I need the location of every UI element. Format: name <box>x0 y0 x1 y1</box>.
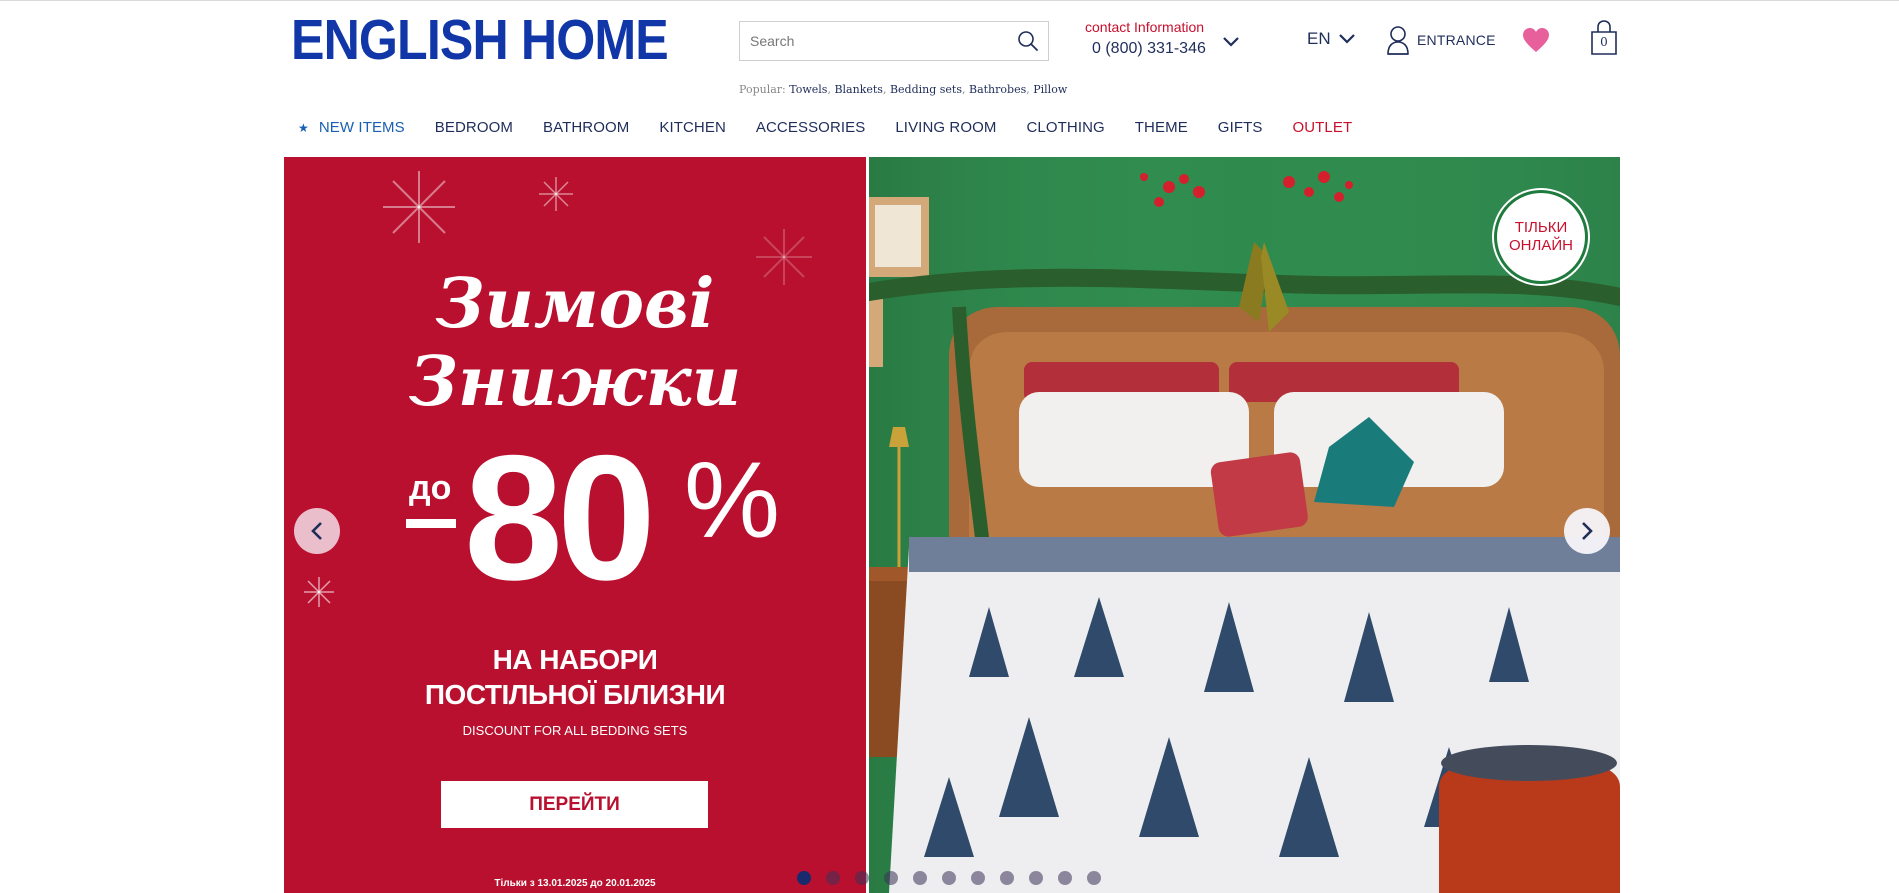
promo-cta-button[interactable]: ПЕРЕЙТИ <box>441 781 708 828</box>
promo-headline-line-1: Зимові <box>435 264 715 344</box>
language-selector[interactable]: EN <box>1307 29 1357 49</box>
popular-link-towels[interactable]: Towels <box>789 83 827 96</box>
promo-dates: Тільки з 13.01.2025 до 20.01.2025 <box>494 878 656 889</box>
chevron-left-icon <box>311 522 322 540</box>
carousel-dot[interactable] <box>942 871 956 885</box>
carousel-next-button[interactable] <box>1564 508 1610 554</box>
nav-accessories[interactable]: ACCESSORIES <box>756 119 865 136</box>
contact-info[interactable]: contact Information 0 (800) 331-346 <box>1085 19 1245 58</box>
carousel-dot[interactable] <box>913 871 927 885</box>
language-label: EN <box>1307 29 1331 48</box>
promo-discount-number: 80 <box>464 418 656 617</box>
promo-subline-2: ПОСТІЛЬНОЇ БІЛИЗНИ <box>424 679 726 710</box>
carousel-dot[interactable] <box>884 871 898 885</box>
search-input[interactable] <box>740 22 1010 60</box>
promo-small-text: DISCOUNT FOR ALL BEDDING SETS <box>462 723 688 738</box>
entrance-label: ENTRANCE <box>1417 32 1496 48</box>
wishlist-heart-icon[interactable] <box>1522 27 1550 53</box>
chevron-down-icon[interactable] <box>1220 34 1242 50</box>
popular-link-blankets[interactable]: Blankets <box>834 83 883 96</box>
promo-subline-1: НА НАБОРИ <box>492 644 658 675</box>
carousel-dot[interactable] <box>1000 871 1014 885</box>
nav-bedroom[interactable]: BEDROOM <box>435 119 513 136</box>
carousel-dot[interactable] <box>797 871 811 885</box>
login-button[interactable]: ENTRANCE <box>1385 24 1496 56</box>
nav-gifts[interactable]: GIFTS <box>1218 119 1263 136</box>
promo-panel[interactable]: Зимові Знижки до 80 % НА НАБОРИ ПОСТІЛЬН… <box>284 157 866 893</box>
cart-count: 0 <box>1600 35 1608 49</box>
carousel-dot[interactable] <box>826 871 840 885</box>
promo-percent-sign: % <box>684 439 781 560</box>
top-border <box>0 0 1899 1</box>
logo[interactable]: ENGLISH HOME <box>291 12 669 69</box>
carousel-dot[interactable] <box>1058 871 1072 885</box>
popular-searches: Popular: Towels, Blankets, Bedding sets,… <box>739 83 1068 96</box>
minus-sign <box>406 519 456 528</box>
sparkle-icon <box>539 177 573 211</box>
badge-line-1: ТІЛЬКИ <box>1514 219 1568 236</box>
promo-prefix: до <box>409 469 452 507</box>
snowflake-icon <box>383 171 455 243</box>
carousel-dot[interactable] <box>1029 871 1043 885</box>
nav-clothing[interactable]: CLOTHING <box>1026 119 1104 136</box>
promo-headline-line-2: Знижки <box>408 342 742 422</box>
search-icon[interactable] <box>1016 29 1040 53</box>
cart-button[interactable]: 0 <box>1589 20 1619 56</box>
carousel-dot[interactable] <box>971 871 985 885</box>
user-icon <box>1387 26 1409 55</box>
nav-kitchen[interactable]: KITCHEN <box>659 119 726 136</box>
nav-bathroom[interactable]: BATHROOM <box>543 119 629 136</box>
nav-outlet[interactable]: OUTLET <box>1292 119 1352 136</box>
popular-label: Popular: <box>739 83 786 96</box>
sparkle-icon <box>304 577 334 607</box>
main-nav: ★ NEW ITEMS BEDROOM BATHROOM KITCHEN ACC… <box>298 119 1382 136</box>
contact-label: contact Information <box>1085 19 1205 35</box>
popular-link-bathrobes[interactable]: Bathrobes <box>969 83 1026 96</box>
popular-link-pillow[interactable]: Pillow <box>1033 83 1067 96</box>
chevron-down-icon <box>1338 34 1355 44</box>
nav-new-items-label: NEW ITEMS <box>318 119 405 136</box>
carousel-dots <box>797 871 1116 885</box>
badge-line-2: ОНЛАЙН <box>1509 237 1573 254</box>
popular-link-bedding-sets[interactable]: Bedding sets <box>890 83 962 96</box>
nav-new-items[interactable]: ★ NEW ITEMS <box>298 119 405 136</box>
nav-living-room[interactable]: LIVING ROOM <box>895 119 996 136</box>
online-only-badge: ТІЛЬКИ ОНЛАЙН <box>1494 190 1588 284</box>
hero-banner[interactable]: Зимові Знижки до 80 % НА НАБОРИ ПОСТІЛЬН… <box>284 157 1620 893</box>
carousel-dot[interactable] <box>1087 871 1101 885</box>
carousel-prev-button[interactable] <box>294 508 340 554</box>
chevron-right-icon <box>1582 522 1593 540</box>
promo-headline: Зимові Знижки <box>284 265 866 421</box>
star-icon: ★ <box>298 120 309 135</box>
carousel-dot[interactable] <box>855 871 869 885</box>
search-box <box>739 21 1049 61</box>
nav-theme[interactable]: THEME <box>1135 119 1188 136</box>
